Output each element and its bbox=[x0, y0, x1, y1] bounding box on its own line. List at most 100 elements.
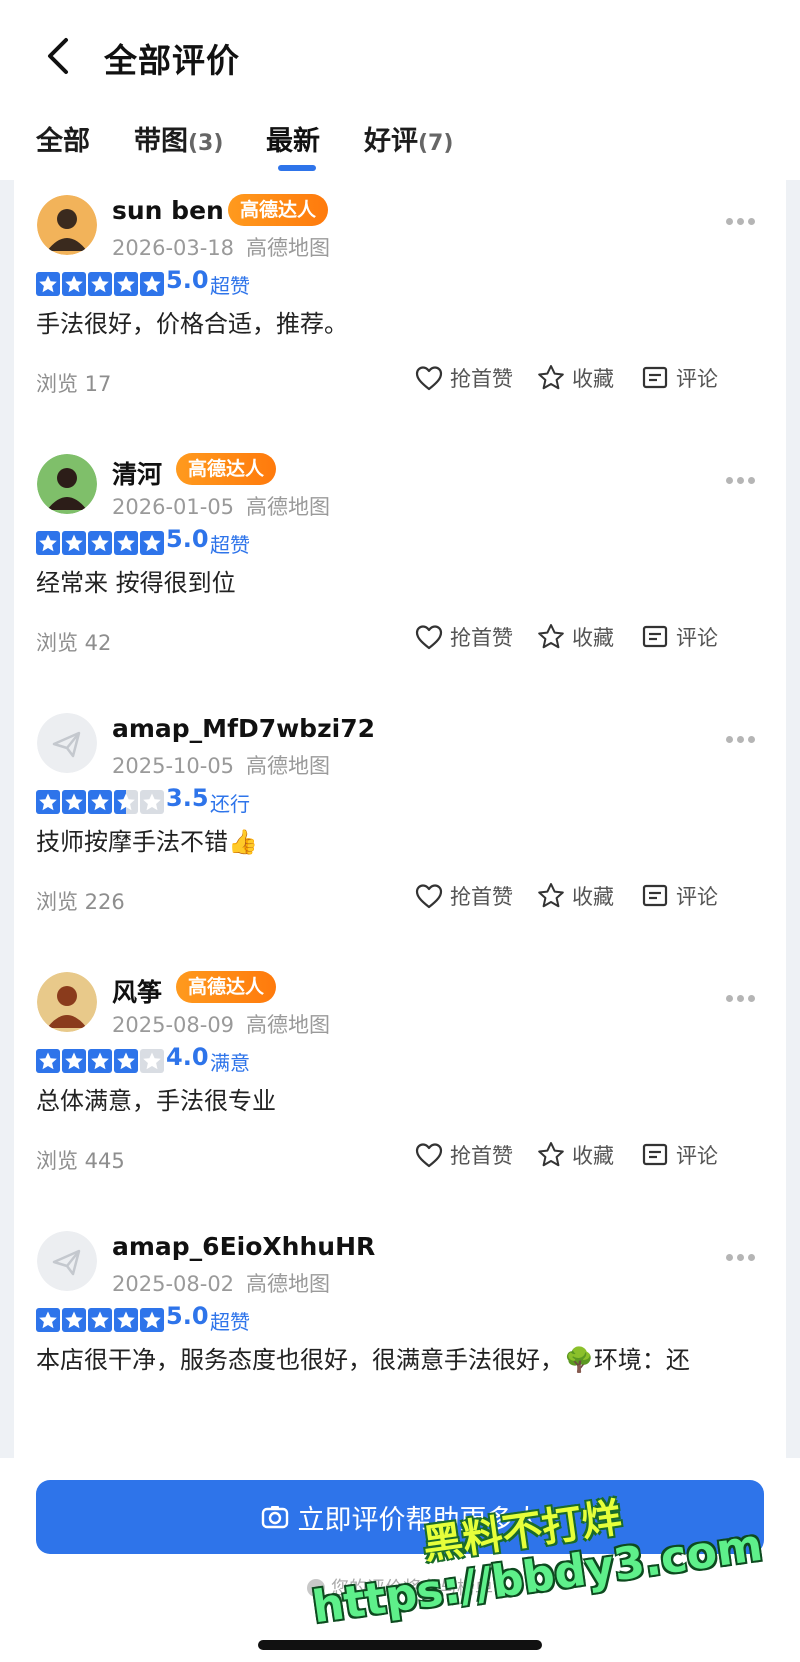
review-source: 高德地图 bbox=[246, 754, 331, 778]
favorite-label: 收藏 bbox=[572, 885, 614, 909]
more-options-button[interactable] bbox=[726, 728, 762, 748]
review-date: 2025-10-05 bbox=[112, 754, 235, 778]
review-list[interactable]: sun ben 高德达人 2026-03-18 高德地图 5.0 超赞 手法很好，价格合适，… bbox=[0, 180, 800, 1458]
review-content: 经常来 按得很到位 bbox=[36, 569, 236, 597]
review-meta: 2026-03-18 高德地图 bbox=[112, 232, 330, 262]
comment-button[interactable]: 评论 bbox=[640, 878, 718, 914]
like-button[interactable]: 抢首赞 bbox=[414, 878, 513, 914]
heart-icon bbox=[415, 366, 443, 391]
tab-count: (3) bbox=[188, 131, 224, 156]
page-title: 全部评价 bbox=[104, 41, 240, 80]
avatar[interactable] bbox=[37, 195, 97, 255]
header-bar: 全部评价 bbox=[0, 0, 800, 115]
star-rating bbox=[36, 790, 166, 814]
star-rating bbox=[36, 531, 166, 555]
star-outline-icon bbox=[538, 883, 564, 908]
tab-with-photos[interactable]: 带图(3) bbox=[134, 119, 223, 158]
star-icon bbox=[88, 790, 112, 814]
review-meta: 2026-01-05 高德地图 bbox=[112, 491, 330, 521]
view-count: 浏览 445 bbox=[36, 1149, 125, 1173]
check-icon bbox=[307, 1579, 325, 1597]
favorite-button[interactable]: 收藏 bbox=[536, 878, 614, 914]
star-icon bbox=[62, 790, 86, 814]
favorite-button[interactable]: 收藏 bbox=[536, 619, 614, 655]
more-options-button[interactable] bbox=[726, 469, 762, 489]
write-review-button[interactable]: 立即评价帮助更多人 bbox=[36, 1480, 764, 1554]
star-icon bbox=[36, 790, 60, 814]
star-icon bbox=[114, 1049, 138, 1073]
tab-all[interactable]: 全部 bbox=[36, 119, 90, 158]
star-rating bbox=[36, 1049, 166, 1073]
comment-button[interactable]: 评论 bbox=[640, 619, 718, 655]
rating-word: 还行 bbox=[210, 792, 250, 816]
like-button[interactable]: 抢首赞 bbox=[414, 360, 513, 396]
like-button[interactable]: 抢首赞 bbox=[414, 619, 513, 655]
username[interactable]: amap_6EioXhhuHR bbox=[112, 1232, 375, 1261]
star-outline-icon bbox=[538, 624, 564, 649]
review-date: 2025-08-02 bbox=[112, 1272, 235, 1296]
review-source: 高德地图 bbox=[246, 495, 331, 519]
review-date: 2025-08-09 bbox=[112, 1013, 235, 1037]
star-icon bbox=[140, 531, 164, 555]
bottom-bar: 立即评价帮助更多人 您的评价将参与榜单 bbox=[0, 1458, 800, 1662]
chevron-left-icon bbox=[48, 38, 68, 74]
tab-label: 带图 bbox=[134, 126, 188, 157]
tab-label: 最新 bbox=[266, 126, 320, 157]
like-label: 抢首赞 bbox=[450, 367, 513, 391]
review-meta: 2025-10-05 高德地图 bbox=[112, 750, 330, 780]
star-icon bbox=[36, 531, 60, 555]
review-meta: 2025-08-02 高德地图 bbox=[112, 1268, 330, 1298]
like-label: 抢首赞 bbox=[450, 626, 513, 650]
star-icon bbox=[62, 1049, 86, 1073]
write-review-label: 立即评价帮助更多人 bbox=[297, 1504, 541, 1536]
favorite-button[interactable]: 收藏 bbox=[536, 1137, 614, 1173]
comment-button[interactable]: 评论 bbox=[640, 360, 718, 396]
favorite-label: 收藏 bbox=[572, 367, 614, 391]
more-options-button[interactable] bbox=[726, 210, 762, 230]
comment-label: 评论 bbox=[676, 626, 718, 650]
star-icon bbox=[36, 1049, 60, 1073]
review-date: 2026-03-18 bbox=[112, 236, 235, 260]
comment-label: 评论 bbox=[676, 885, 718, 909]
like-label: 抢首赞 bbox=[450, 885, 513, 909]
username[interactable]: 清河 bbox=[112, 455, 162, 491]
review-date: 2026-01-05 bbox=[112, 495, 235, 519]
star-icon bbox=[140, 790, 164, 814]
rating-word: 超赞 bbox=[210, 274, 250, 298]
review-source: 高德地图 bbox=[246, 1013, 331, 1037]
like-button[interactable]: 抢首赞 bbox=[414, 1137, 513, 1173]
username[interactable]: amap_MfD7wbzi72 bbox=[112, 714, 375, 743]
tab-latest[interactable]: 最新 bbox=[266, 119, 320, 158]
view-count: 浏览 42 bbox=[36, 631, 112, 655]
comment-icon bbox=[642, 1143, 668, 1166]
star-icon bbox=[36, 1308, 60, 1332]
rating-word: 超赞 bbox=[210, 533, 250, 557]
favorite-button[interactable]: 收藏 bbox=[536, 360, 614, 396]
avatar[interactable] bbox=[37, 713, 97, 773]
more-options-button[interactable] bbox=[726, 987, 762, 1007]
star-icon bbox=[88, 1049, 112, 1073]
comment-button[interactable]: 评论 bbox=[640, 1137, 718, 1173]
rating-score: 5.0 bbox=[166, 525, 209, 553]
review-card: 风筝 高德达人 2025-08-09 高德地图 4.0 满意 总体满意，手法很专业 浏览 44… bbox=[14, 957, 786, 1225]
rating-word: 满意 bbox=[210, 1051, 250, 1075]
comment-icon bbox=[642, 884, 668, 907]
star-icon bbox=[114, 531, 138, 555]
username[interactable]: sun ben bbox=[112, 196, 224, 225]
star-icon bbox=[140, 1049, 164, 1073]
review-card: amap_MfD7wbzi72 2025-10-05 高德地图 3.5 还行 技师按摩手法… bbox=[14, 698, 786, 966]
comment-icon bbox=[642, 625, 668, 648]
tab-label: 好评 bbox=[364, 126, 418, 157]
username[interactable]: 风筝 bbox=[112, 973, 162, 1009]
tab-positive[interactable]: 好评(7) bbox=[364, 119, 453, 158]
avatar[interactable] bbox=[37, 972, 97, 1032]
star-rating bbox=[36, 272, 166, 296]
review-source: 高德地图 bbox=[246, 236, 331, 260]
expert-badge: 高德达人 bbox=[176, 453, 277, 485]
more-options-button[interactable] bbox=[726, 1246, 762, 1266]
back-button[interactable] bbox=[40, 32, 80, 80]
star-outline-icon bbox=[538, 1142, 564, 1167]
avatar[interactable] bbox=[37, 454, 97, 514]
avatar[interactable] bbox=[37, 1231, 97, 1291]
star-icon bbox=[88, 1308, 112, 1332]
